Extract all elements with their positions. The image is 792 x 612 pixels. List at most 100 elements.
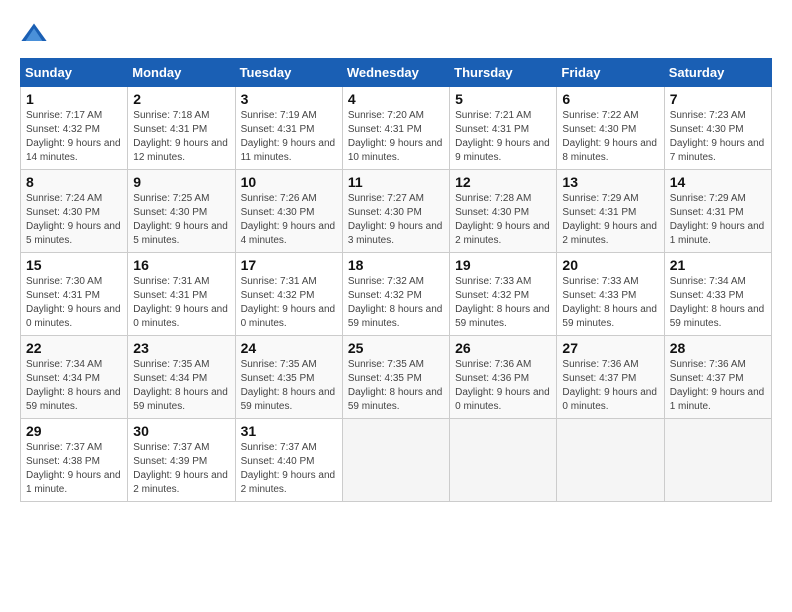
day-number: 30 bbox=[133, 423, 229, 439]
day-number: 5 bbox=[455, 91, 551, 107]
calendar-cell: 24 Sunrise: 7:35 AM Sunset: 4:35 PM Dayli… bbox=[235, 336, 342, 419]
column-header-saturday: Saturday bbox=[664, 59, 771, 87]
calendar-cell: 5 Sunrise: 7:21 AM Sunset: 4:31 PM Daylig… bbox=[450, 87, 557, 170]
calendar-cell: 13 Sunrise: 7:29 AM Sunset: 4:31 PM Dayli… bbox=[557, 170, 664, 253]
calendar-cell: 14Sunrise: 7:29 AM Sunset: 4:31 PM Dayli… bbox=[664, 170, 771, 253]
calendar-cell: 8 Sunrise: 7:24 AM Sunset: 4:30 PM Daylig… bbox=[21, 170, 128, 253]
day-info: Sunrise: 7:20 AM Sunset: 4:31 PM Dayligh… bbox=[348, 109, 444, 165]
calendar-cell: 12 Sunrise: 7:28 AM Sunset: 4:30 PM Dayli… bbox=[450, 170, 557, 253]
day-number: 19 bbox=[455, 257, 551, 273]
calendar-cell: 17 Sunrise: 7:31 AM Sunset: 4:32 PM Dayli… bbox=[235, 253, 342, 336]
calendar-cell: 31 Sunrise: 7:37 AM Sunset: 4:40 PM Dayli… bbox=[235, 419, 342, 502]
day-number: 8 bbox=[26, 174, 122, 190]
day-number: 18 bbox=[348, 257, 444, 273]
calendar-cell: 20 Sunrise: 7:33 AM Sunset: 4:33 PM Dayli… bbox=[557, 253, 664, 336]
day-info: Sunrise: 7:22 AM Sunset: 4:30 PM Dayligh… bbox=[562, 109, 658, 165]
calendar-cell: 25 Sunrise: 7:35 AM Sunset: 4:35 PM Dayli… bbox=[342, 336, 449, 419]
day-number: 25 bbox=[348, 340, 444, 356]
day-info: Sunrise: 7:25 AM Sunset: 4:30 PM Dayligh… bbox=[133, 192, 229, 248]
day-info: Sunrise: 7:21 AM Sunset: 4:31 PM Dayligh… bbox=[455, 109, 551, 165]
calendar-cell: 28 Sunrise: 7:36 AM Sunset: 4:37 PM Dayli… bbox=[664, 336, 771, 419]
calendar-cell: 16 Sunrise: 7:31 AM Sunset: 4:31 PM Dayli… bbox=[128, 253, 235, 336]
day-number: 7 bbox=[670, 91, 766, 107]
day-info: Sunrise: 7:35 AM Sunset: 4:35 PM Dayligh… bbox=[241, 358, 337, 414]
day-number: 1 bbox=[26, 91, 122, 107]
day-info: Sunrise: 7:31 AM Sunset: 4:32 PM Dayligh… bbox=[241, 275, 337, 331]
column-header-thursday: Thursday bbox=[450, 59, 557, 87]
calendar-cell: 11Sunrise: 7:27 AM Sunset: 4:30 PM Dayli… bbox=[342, 170, 449, 253]
day-info: Sunrise: 7:33 AM Sunset: 4:32 PM Dayligh… bbox=[455, 275, 551, 331]
calendar-cell: 21 Sunrise: 7:34 AM Sunset: 4:33 PM Dayli… bbox=[664, 253, 771, 336]
day-number: 28 bbox=[670, 340, 766, 356]
logo-icon bbox=[20, 20, 48, 48]
day-number: 22 bbox=[26, 340, 122, 356]
day-info: Sunrise: 7:24 AM Sunset: 4:30 PM Dayligh… bbox=[26, 192, 122, 248]
page-header bbox=[20, 20, 772, 48]
week-row-5: 29 Sunrise: 7:37 AM Sunset: 4:38 PM Dayli… bbox=[21, 419, 772, 502]
calendar-cell: 7 Sunrise: 7:23 AM Sunset: 4:30 PM Daylig… bbox=[664, 87, 771, 170]
day-info: Sunrise: 7:34 AM Sunset: 4:33 PM Dayligh… bbox=[670, 275, 766, 331]
calendar-cell: 23Sunrise: 7:35 AM Sunset: 4:34 PM Dayli… bbox=[128, 336, 235, 419]
column-header-wednesday: Wednesday bbox=[342, 59, 449, 87]
day-number: 3 bbox=[241, 91, 337, 107]
calendar-cell: 3 Sunrise: 7:19 AM Sunset: 4:31 PM Daylig… bbox=[235, 87, 342, 170]
day-number: 17 bbox=[241, 257, 337, 273]
day-info: Sunrise: 7:37 AM Sunset: 4:38 PM Dayligh… bbox=[26, 441, 122, 497]
day-info: Sunrise: 7:27 AM Sunset: 4:30 PM Dayligh… bbox=[348, 192, 444, 248]
day-number: 4 bbox=[348, 91, 444, 107]
column-header-tuesday: Tuesday bbox=[235, 59, 342, 87]
header-row: SundayMondayTuesdayWednesdayThursdayFrid… bbox=[21, 59, 772, 87]
calendar-cell: 10Sunrise: 7:26 AM Sunset: 4:30 PM Dayli… bbox=[235, 170, 342, 253]
day-number: 2 bbox=[133, 91, 229, 107]
calendar-cell: 27Sunrise: 7:36 AM Sunset: 4:37 PM Dayli… bbox=[557, 336, 664, 419]
day-info: Sunrise: 7:32 AM Sunset: 4:32 PM Dayligh… bbox=[348, 275, 444, 331]
calendar-cell: 4 Sunrise: 7:20 AM Sunset: 4:31 PM Daylig… bbox=[342, 87, 449, 170]
calendar-cell: 1 Sunrise: 7:17 AM Sunset: 4:32 PM Daylig… bbox=[21, 87, 128, 170]
day-number: 31 bbox=[241, 423, 337, 439]
calendar-cell: 26Sunrise: 7:36 AM Sunset: 4:36 PM Dayli… bbox=[450, 336, 557, 419]
day-number: 16 bbox=[133, 257, 229, 273]
calendar-cell bbox=[664, 419, 771, 502]
day-info: Sunrise: 7:28 AM Sunset: 4:30 PM Dayligh… bbox=[455, 192, 551, 248]
day-number: 29 bbox=[26, 423, 122, 439]
logo bbox=[20, 20, 52, 48]
day-number: 9 bbox=[133, 174, 229, 190]
day-number: 21 bbox=[670, 257, 766, 273]
day-info: Sunrise: 7:18 AM Sunset: 4:31 PM Dayligh… bbox=[133, 109, 229, 165]
calendar-cell: 22 Sunrise: 7:34 AM Sunset: 4:34 PM Dayli… bbox=[21, 336, 128, 419]
day-info: Sunrise: 7:35 AM Sunset: 4:34 PM Dayligh… bbox=[133, 358, 229, 414]
week-row-1: 1 Sunrise: 7:17 AM Sunset: 4:32 PM Daylig… bbox=[21, 87, 772, 170]
day-info: Sunrise: 7:17 AM Sunset: 4:32 PM Dayligh… bbox=[26, 109, 122, 165]
day-info: Sunrise: 7:19 AM Sunset: 4:31 PM Dayligh… bbox=[241, 109, 337, 165]
day-number: 15 bbox=[26, 257, 122, 273]
day-number: 27 bbox=[562, 340, 658, 356]
column-header-sunday: Sunday bbox=[21, 59, 128, 87]
day-info: Sunrise: 7:26 AM Sunset: 4:30 PM Dayligh… bbox=[241, 192, 337, 248]
calendar-cell: 6 Sunrise: 7:22 AM Sunset: 4:30 PM Daylig… bbox=[557, 87, 664, 170]
week-row-4: 22 Sunrise: 7:34 AM Sunset: 4:34 PM Dayli… bbox=[21, 336, 772, 419]
day-number: 24 bbox=[241, 340, 337, 356]
day-number: 13 bbox=[562, 174, 658, 190]
day-info: Sunrise: 7:36 AM Sunset: 4:37 PM Dayligh… bbox=[670, 358, 766, 414]
calendar-cell: 15Sunrise: 7:30 AM Sunset: 4:31 PM Dayli… bbox=[21, 253, 128, 336]
column-header-monday: Monday bbox=[128, 59, 235, 87]
day-info: Sunrise: 7:29 AM Sunset: 4:31 PM Dayligh… bbox=[670, 192, 766, 248]
calendar-cell: 29 Sunrise: 7:37 AM Sunset: 4:38 PM Dayli… bbox=[21, 419, 128, 502]
day-number: 20 bbox=[562, 257, 658, 273]
calendar-cell: 9 Sunrise: 7:25 AM Sunset: 4:30 PM Daylig… bbox=[128, 170, 235, 253]
day-number: 12 bbox=[455, 174, 551, 190]
calendar-cell: 18 Sunrise: 7:32 AM Sunset: 4:32 PM Dayli… bbox=[342, 253, 449, 336]
calendar-cell: 19 Sunrise: 7:33 AM Sunset: 4:32 PM Dayli… bbox=[450, 253, 557, 336]
day-number: 6 bbox=[562, 91, 658, 107]
day-info: Sunrise: 7:37 AM Sunset: 4:40 PM Dayligh… bbox=[241, 441, 337, 497]
day-info: Sunrise: 7:35 AM Sunset: 4:35 PM Dayligh… bbox=[348, 358, 444, 414]
calendar-cell bbox=[342, 419, 449, 502]
week-row-3: 15Sunrise: 7:30 AM Sunset: 4:31 PM Dayli… bbox=[21, 253, 772, 336]
day-info: Sunrise: 7:23 AM Sunset: 4:30 PM Dayligh… bbox=[670, 109, 766, 165]
day-info: Sunrise: 7:31 AM Sunset: 4:31 PM Dayligh… bbox=[133, 275, 229, 331]
day-info: Sunrise: 7:37 AM Sunset: 4:39 PM Dayligh… bbox=[133, 441, 229, 497]
calendar-table: SundayMondayTuesdayWednesdayThursdayFrid… bbox=[20, 58, 772, 502]
day-info: Sunrise: 7:34 AM Sunset: 4:34 PM Dayligh… bbox=[26, 358, 122, 414]
day-info: Sunrise: 7:33 AM Sunset: 4:33 PM Dayligh… bbox=[562, 275, 658, 331]
day-info: Sunrise: 7:29 AM Sunset: 4:31 PM Dayligh… bbox=[562, 192, 658, 248]
